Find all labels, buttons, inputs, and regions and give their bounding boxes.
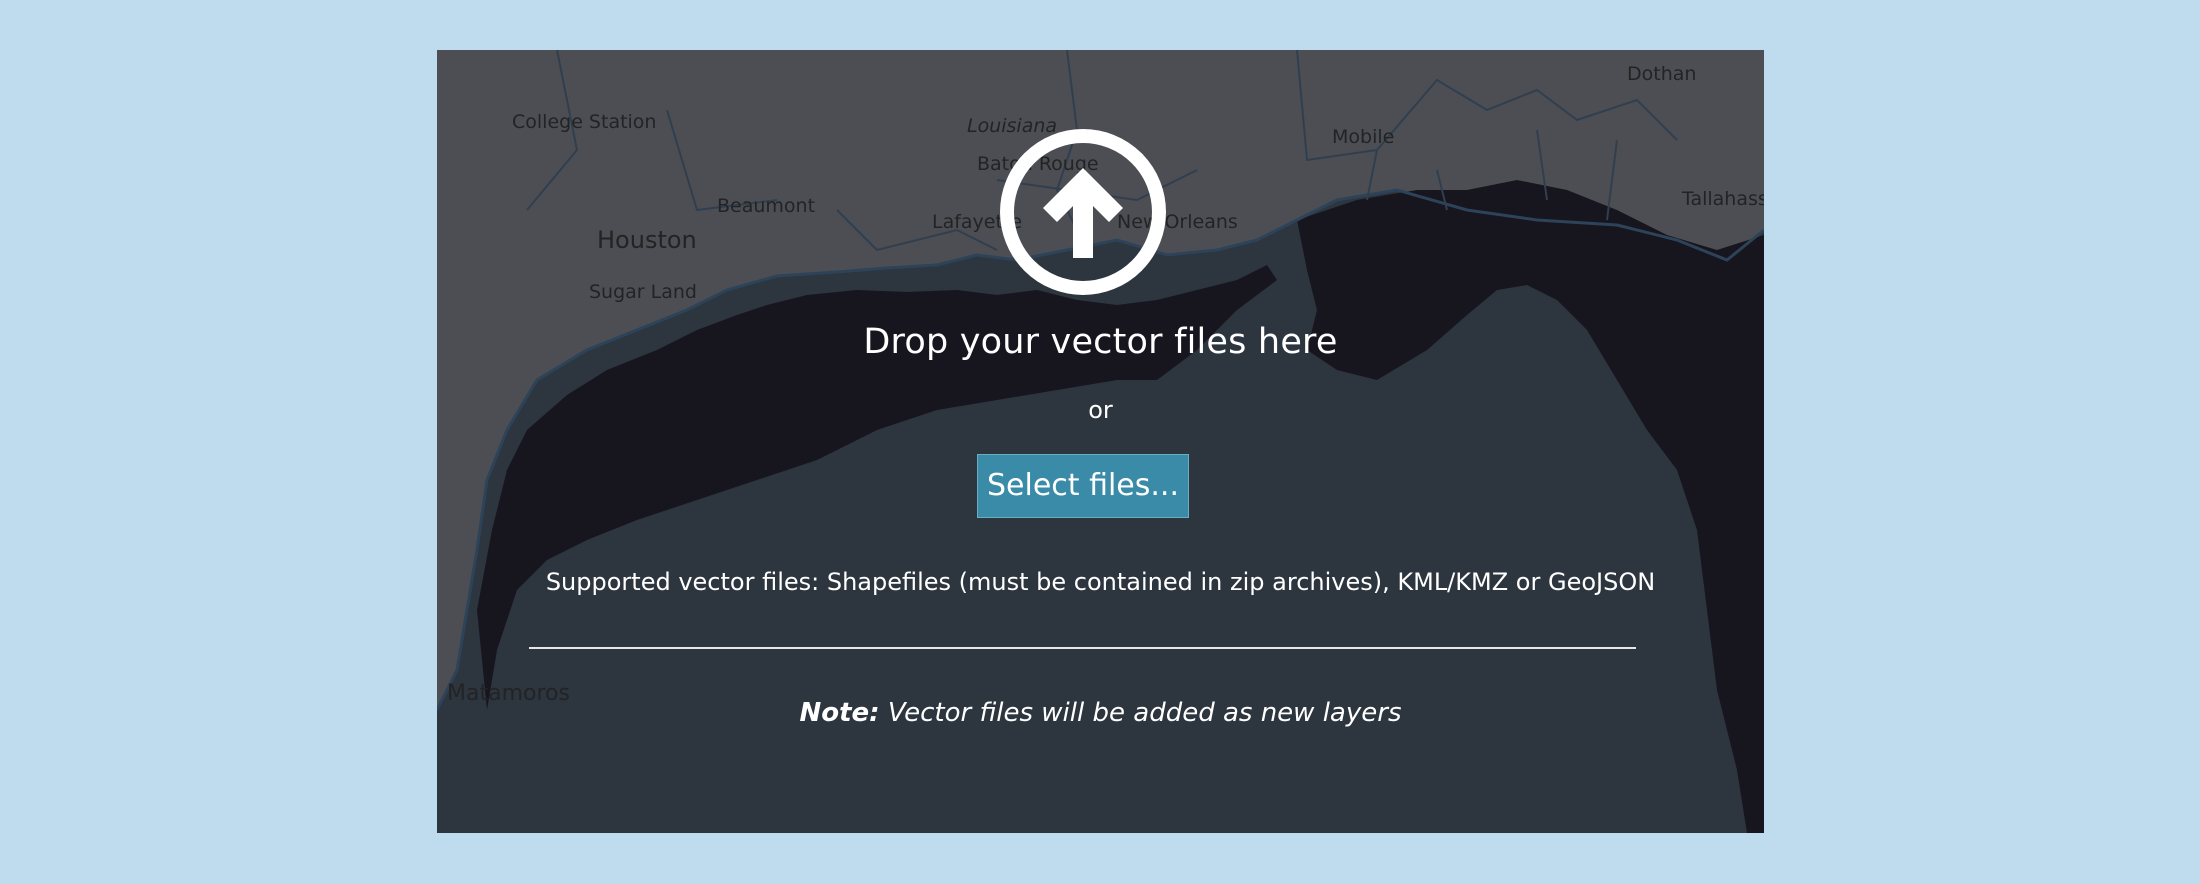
vector-upload-dropzone[interactable]: College Station Louisiana Baton Rouge Be…	[437, 50, 1764, 833]
upload-arrow-circle-icon	[1000, 129, 1166, 295]
supported-formats-text: Supported vector files: Shapefiles (must…	[545, 568, 1656, 596]
divider	[529, 647, 1636, 649]
or-separator-text: or	[1088, 396, 1113, 424]
note-body: Vector files will be added as new layers	[879, 698, 1402, 728]
dropzone-content: Drop your vector files here or Select fi…	[437, 50, 1764, 833]
dropzone-title: Drop your vector files here	[863, 322, 1338, 362]
note-label: Note:	[799, 698, 880, 728]
note-text: Note: Vector files will be added as new …	[437, 698, 1764, 728]
select-files-button[interactable]: Select files...	[977, 454, 1189, 518]
